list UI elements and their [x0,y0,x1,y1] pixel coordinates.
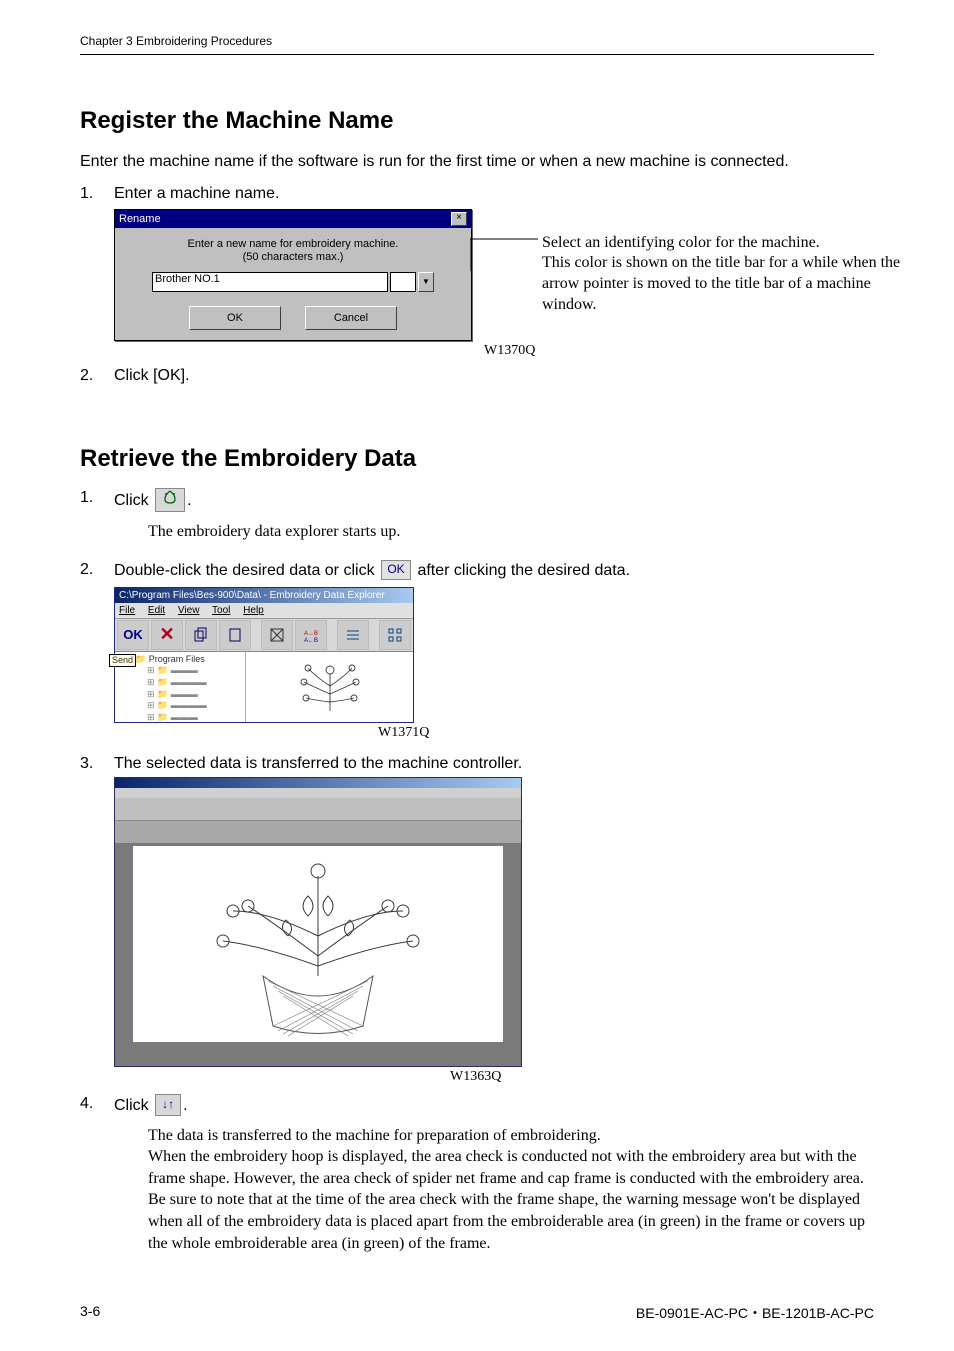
toolbar-icons-button[interactable] [379,620,411,650]
folder-tree[interactable]: Send 📁 Program Files ⊞ 📁 ▬▬▬ ⊞ 📁 ▬▬▬▬ ⊞ … [115,652,246,722]
chevron-down-icon[interactable]: ▼ [418,272,434,292]
explorer-icon[interactable] [155,488,185,512]
explorer-window: C:\Program Files\Bes-900\Data\ - Embroid… [114,587,414,723]
ok-icon[interactable]: OK [381,560,411,580]
dialog-prompt-line2: (50 characters max.) [127,251,459,264]
step-text: The selected data is transferred to the … [114,755,522,772]
step-note: The embroidery data explorer starts up. [148,521,874,543]
heading-retrieve-data: Retrieve the Embroidery Data [80,445,874,473]
close-icon[interactable]: × [451,212,467,226]
menu-file[interactable]: File [119,605,135,616]
machine-name-input[interactable]: Brother NO.1 [152,272,388,292]
color-swatch[interactable] [390,272,416,292]
folder-label: Program Files [149,654,205,664]
toolbar-paste-button[interactable] [219,620,251,650]
cancel-button[interactable]: Cancel [305,306,397,330]
heading-register-machine: Register the Machine Name [80,107,874,135]
transfer-icon[interactable]: ↓↑ [155,1094,181,1116]
toolbar-list-button[interactable] [337,620,369,650]
step-number: 1. [80,185,93,203]
menu-edit[interactable]: Edit [148,605,165,616]
step-text: Click [OK]. [114,367,190,384]
step-text-b: . [183,1097,187,1114]
step-text-a: Click [114,1097,153,1114]
toolbar-x-button[interactable]: ✕ [151,620,183,650]
step-number: 3. [80,755,93,773]
figure-code: W1371Q [378,725,874,741]
step-text-b: . [187,492,191,509]
step-text-a: Double-click the desired data or click [114,562,379,579]
toolbar-button[interactable] [261,620,293,650]
step-number: 4. [80,1095,93,1113]
dialog-prompt-line1: Enter a new name for embroidery machine. [127,238,459,251]
explorer-titlebar: C:\Program Files\Bes-900\Data\ - Embroid… [115,588,413,603]
step-number: 2. [80,367,93,385]
step-text-b: after clicking the desired data. [413,562,630,579]
send-tooltip: Send [109,654,136,668]
ok-button[interactable]: OK [189,306,281,330]
footer-model: BE-0901E-AC-PC・BE-1201B-AC-PC [636,1303,874,1323]
menu-view[interactable]: View [178,605,200,616]
controller-window [114,777,522,1067]
toolbar-ok-button[interactable]: OK [117,620,149,650]
intro-text: Enter the machine name if the software i… [80,151,874,173]
step-text: Enter a machine name. [114,185,279,202]
step-text-a: Click [114,492,153,509]
footer-page-number: 3-6 [80,1303,100,1323]
rename-dialog: Rename × Enter a new name for embroidery… [114,209,472,341]
annotation-text: Select an identifying color for the mach… [542,233,912,316]
dialog-title: Rename [119,213,161,225]
explorer-toolbar: OK ✕ A→BA←B [115,619,413,652]
step-number: 2. [80,561,93,579]
explorer-menubar: File Edit View Tool Help [115,603,413,619]
svg-text:A→B: A→B [304,631,318,637]
menu-help[interactable]: Help [243,605,264,616]
figure-code: W1363Q [450,1069,874,1085]
step-note: The data is transferred to the machine f… [148,1125,874,1255]
thumbnail-pane[interactable] [246,652,413,722]
toolbar-copy-button[interactable] [185,620,217,650]
svg-text:A←B: A←B [304,638,318,643]
running-head: Chapter 3 Embroidering Procedures [80,34,874,55]
menu-tool[interactable]: Tool [212,605,230,616]
step-number: 1. [80,489,93,507]
toolbar-button[interactable]: A→BA←B [295,620,327,650]
leader-line [470,209,544,349]
embroidery-preview [133,846,503,1042]
